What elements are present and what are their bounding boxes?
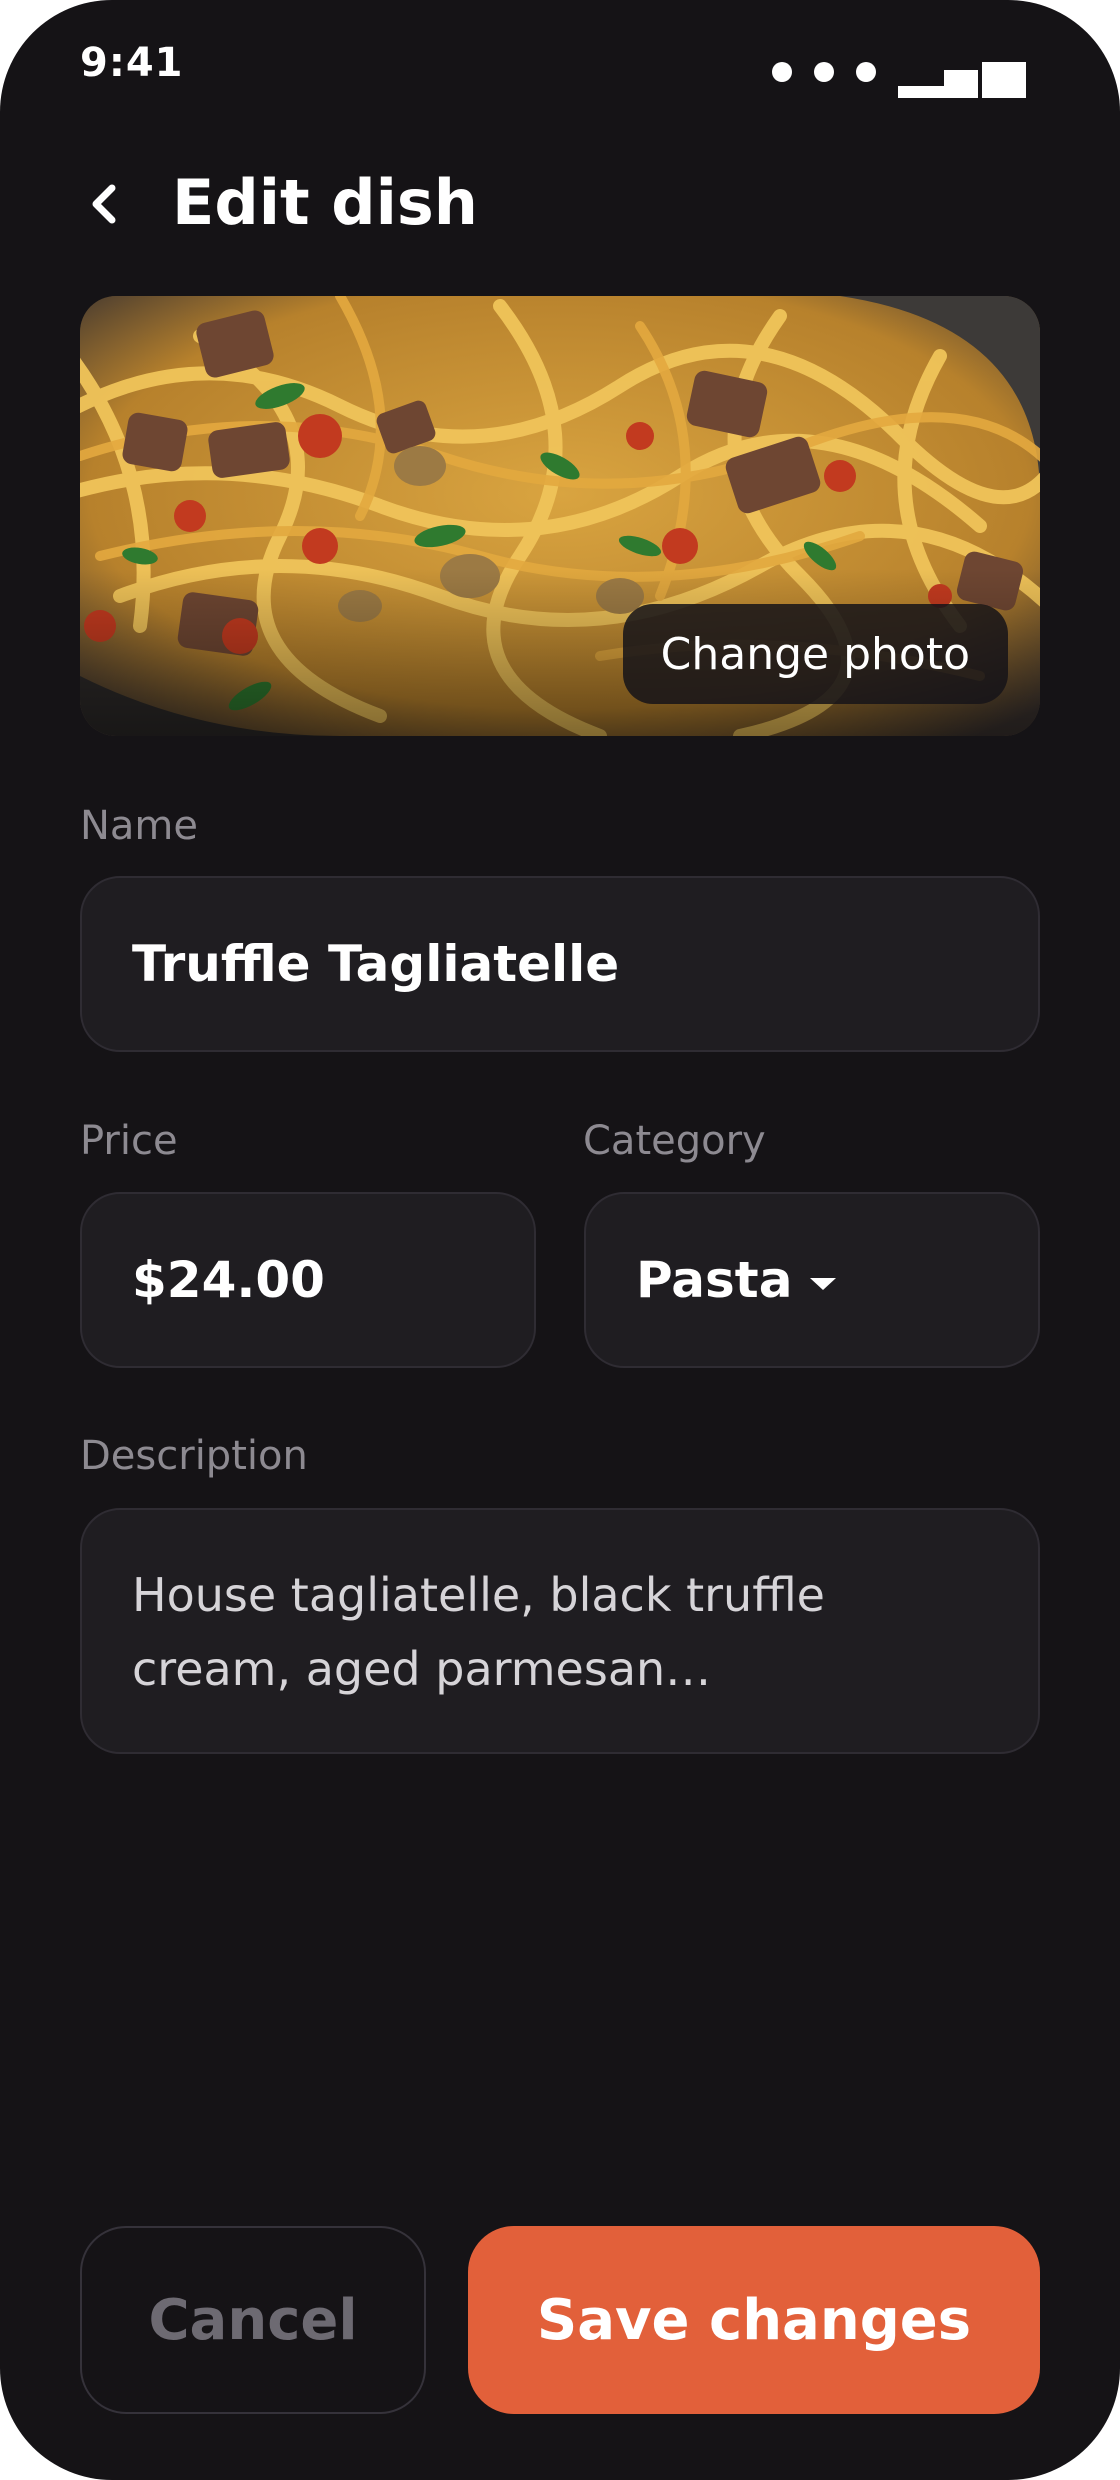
- price-value: $24.00: [132, 1251, 325, 1309]
- dish-photo: Change photo: [80, 296, 1040, 736]
- name-value: Truffle Tagliatelle: [132, 935, 620, 993]
- category-label: Category: [583, 1118, 766, 1164]
- cancel-button[interactable]: Cancel: [80, 2226, 426, 2414]
- price-label: Price: [80, 1118, 178, 1164]
- category-select[interactable]: Pasta: [584, 1192, 1040, 1368]
- status-dots-icon: [772, 62, 892, 82]
- name-field[interactable]: Truffle Tagliatelle: [80, 876, 1040, 1052]
- phone-screen: 9:41 Edit dish Change photo Name Truffle…: [0, 0, 1120, 2480]
- category-select-value: Pasta: [636, 1251, 838, 1309]
- price-field[interactable]: $24.00: [80, 1192, 536, 1368]
- header: Edit dish: [0, 150, 1120, 260]
- name-label: Name: [80, 803, 199, 849]
- signal-strength-icon: [898, 54, 1030, 98]
- back-button[interactable]: [72, 172, 136, 236]
- description-label: Description: [80, 1433, 308, 1479]
- status-bar: 9:41: [0, 0, 1120, 140]
- save-changes-button[interactable]: Save changes: [468, 2226, 1040, 2414]
- caret-down-icon: [810, 1277, 837, 1290]
- category-value: Pasta: [636, 1251, 793, 1309]
- chevron-left-icon: [92, 184, 116, 224]
- page-title: Edit dish: [172, 166, 478, 239]
- status-time: 9:41: [80, 40, 184, 86]
- description-field[interactable]: House tagliatelle, black truffle cream, …: [80, 1508, 1040, 1754]
- description-value: House tagliatelle, black truffle cream, …: [132, 1568, 825, 1696]
- change-photo-button[interactable]: Change photo: [622, 604, 1008, 704]
